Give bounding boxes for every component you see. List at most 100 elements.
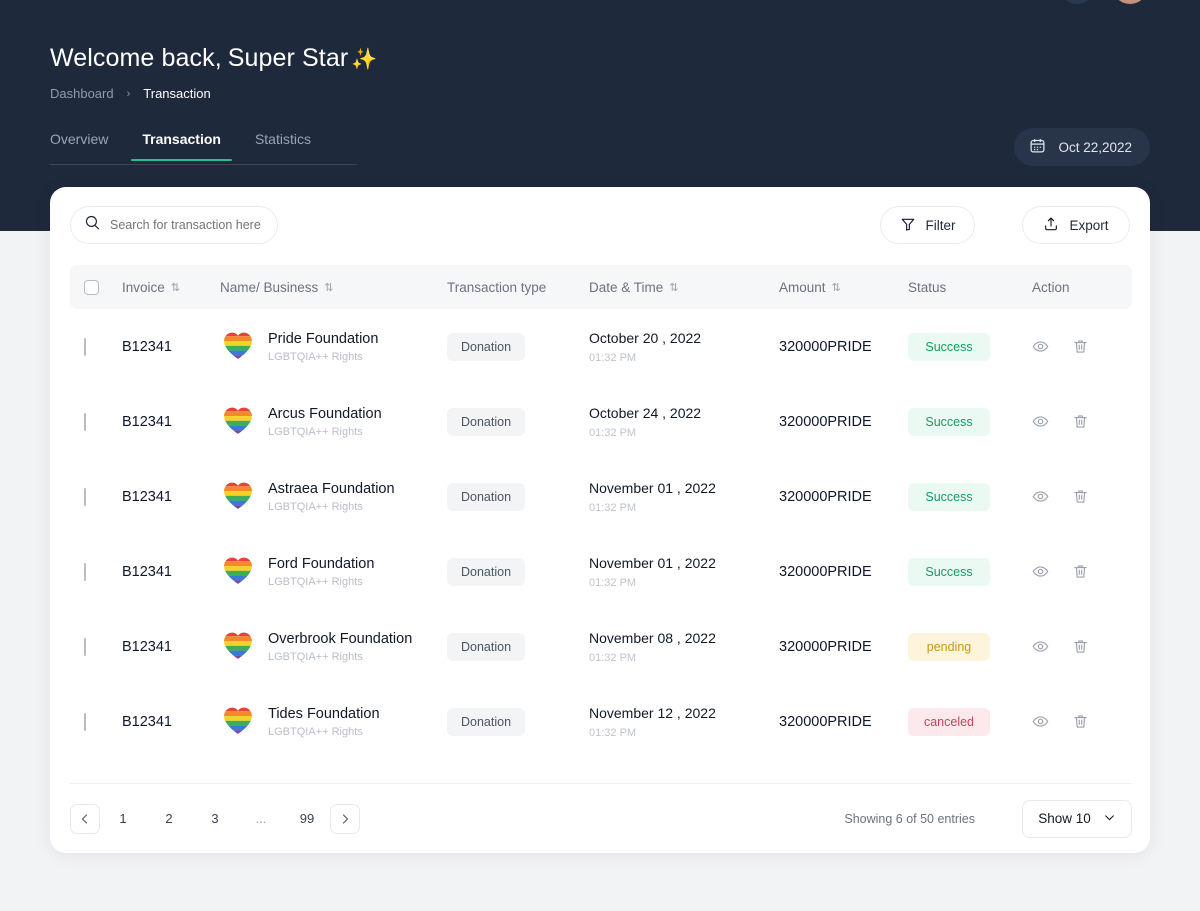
cell-action <box>1032 713 1132 730</box>
sort-updown-icon[interactable]: ⇅ <box>669 281 678 294</box>
pagination-prev-button[interactable] <box>70 803 100 834</box>
business-name: Arcus Foundation <box>268 405 382 422</box>
row-checkbox[interactable] <box>84 487 86 506</box>
filter-button[interactable]: Filter <box>880 206 975 244</box>
avatar[interactable] <box>1112 0 1148 4</box>
transaction-type-chip: Donation <box>447 707 526 736</box>
cell-amount: 320000PRIDE <box>779 338 872 355</box>
business-name: Pride Foundation <box>268 330 379 347</box>
trash-icon[interactable] <box>1072 563 1089 580</box>
eye-icon[interactable] <box>1032 413 1049 430</box>
calendar-icon <box>1029 137 1046 157</box>
cell-name: Tides Foundation LGBTQIA++ Rights <box>220 702 447 741</box>
cell-invoice: B12341 <box>122 338 172 355</box>
column-label-status: Status <box>908 279 947 295</box>
transaction-date: November 01 , 2022 <box>589 480 716 497</box>
column-header-amount[interactable]: Amount ⇅ <box>779 280 908 295</box>
transaction-type-chip: Donation <box>447 632 526 661</box>
rainbow-heart-icon <box>220 702 256 741</box>
eye-icon[interactable] <box>1032 338 1049 355</box>
cell-status: Success <box>908 557 1032 586</box>
tab-transaction[interactable]: Transaction <box>131 131 232 161</box>
pagination-page-3[interactable]: 3 <box>200 804 230 834</box>
column-header-invoice[interactable]: Invoice ⇅ <box>122 280 220 295</box>
user-name: Super Star <box>227 44 349 72</box>
row-checkbox[interactable] <box>84 562 86 581</box>
transaction-date: October 24 , 2022 <box>589 405 702 422</box>
search-box[interactable] <box>70 206 278 244</box>
table-footer: 1 2 3... 99 Showing 6 of 50 entries Show 10 <box>70 784 1132 853</box>
tab-bar: Overview Transaction Statistics <box>50 131 357 165</box>
row-checkbox-cell <box>70 637 122 656</box>
date-picker-button[interactable]: Oct 22,2022 <box>1014 128 1150 166</box>
cell-status: canceled <box>908 707 1032 736</box>
cell-action <box>1032 638 1132 655</box>
date-picker-label: Oct 22,2022 <box>1058 139 1132 155</box>
column-header-name[interactable]: Name/ Business ⇅ <box>220 280 447 295</box>
column-header-transaction-type: Transaction type <box>447 280 589 295</box>
breadcrumb-item-dashboard[interactable]: Dashboard <box>50 86 114 101</box>
cell-transaction-type: Donation <box>447 632 589 661</box>
tab-statistics[interactable]: Statistics <box>255 131 311 160</box>
bell-icon[interactable] <box>1060 0 1094 4</box>
row-checkbox[interactable] <box>84 637 86 656</box>
cell-status: Success <box>908 482 1032 511</box>
rainbow-heart-icon <box>220 552 256 591</box>
trash-icon[interactable] <box>1072 638 1089 655</box>
table-row: B12341 Ford Foundation LGBTQIA++ Rights Do… <box>70 534 1132 609</box>
pagination-page-99[interactable]: 99 <box>292 804 322 834</box>
pagination-page-2[interactable]: 2 <box>154 804 184 834</box>
cell-date-time: November 01 , 2022 01:32 PM <box>589 479 779 514</box>
export-button[interactable]: Export <box>1022 206 1130 244</box>
search-input[interactable] <box>110 218 270 232</box>
chevron-right-icon: › <box>126 87 131 100</box>
cell-name: Astraea Foundation LGBTQIA++ Rights <box>220 477 447 516</box>
transaction-time: 01:32 PM <box>589 501 637 514</box>
page-size-select[interactable]: Show 10 <box>1022 799 1132 838</box>
business-subtitle: LGBTQIA++ Rights <box>268 726 363 739</box>
trash-icon[interactable] <box>1072 413 1089 430</box>
select-all-checkbox[interactable] <box>84 279 99 295</box>
trash-icon[interactable] <box>1072 488 1089 505</box>
sort-updown-icon[interactable]: ⇅ <box>324 281 333 294</box>
eye-icon[interactable] <box>1032 563 1049 580</box>
business-name: Astraea Foundation <box>268 480 395 497</box>
sort-updown-icon[interactable]: ⇅ <box>171 281 180 294</box>
filter-label: Filter <box>925 217 956 233</box>
pagination-next-button[interactable] <box>330 803 360 834</box>
sort-updown-icon[interactable]: ⇅ <box>832 281 841 294</box>
cell-amount: 320000PRIDE <box>779 713 872 730</box>
trash-icon[interactable] <box>1072 713 1089 730</box>
eye-icon[interactable] <box>1032 713 1049 730</box>
eye-icon[interactable] <box>1032 638 1049 655</box>
transaction-date: October 20 , 2022 <box>589 330 702 347</box>
page-title: Welcome back, Super Star ✨ <box>50 44 378 73</box>
cell-transaction-type: Donation <box>447 482 589 511</box>
column-label-date-time: Date & Time <box>589 279 664 295</box>
business-name: Overbrook Foundation <box>268 630 413 647</box>
pagination-page-1[interactable]: 1 <box>108 804 138 834</box>
cell-action <box>1032 488 1132 505</box>
pagination: 1 2 3... 99 <box>70 803 360 834</box>
rainbow-heart-icon <box>220 327 256 366</box>
cell-name: Arcus Foundation LGBTQIA++ Rights <box>220 402 447 441</box>
trash-icon[interactable] <box>1072 338 1089 355</box>
business-subtitle: LGBTQIA++ Rights <box>268 501 363 514</box>
row-checkbox[interactable] <box>84 412 86 431</box>
row-checkbox-cell <box>70 412 122 431</box>
cell-invoice: B12341 <box>122 713 172 730</box>
column-label-amount: Amount <box>779 279 826 295</box>
tab-overview[interactable]: Overview <box>50 131 108 160</box>
row-checkbox-cell <box>70 562 122 581</box>
row-checkbox-cell <box>70 712 122 731</box>
cell-invoice: B12341 <box>122 413 172 430</box>
status-badge: canceled <box>908 707 990 736</box>
page-size-label: Show 10 <box>1038 811 1091 826</box>
cell-amount: 320000PRIDE <box>779 488 872 505</box>
row-checkbox[interactable] <box>84 337 86 356</box>
column-header-date-time[interactable]: Date & Time ⇅ <box>589 280 779 295</box>
row-checkbox[interactable] <box>84 712 86 731</box>
business-name: Ford Foundation <box>268 555 375 572</box>
eye-icon[interactable] <box>1032 488 1049 505</box>
column-label-action: Action <box>1032 279 1070 295</box>
